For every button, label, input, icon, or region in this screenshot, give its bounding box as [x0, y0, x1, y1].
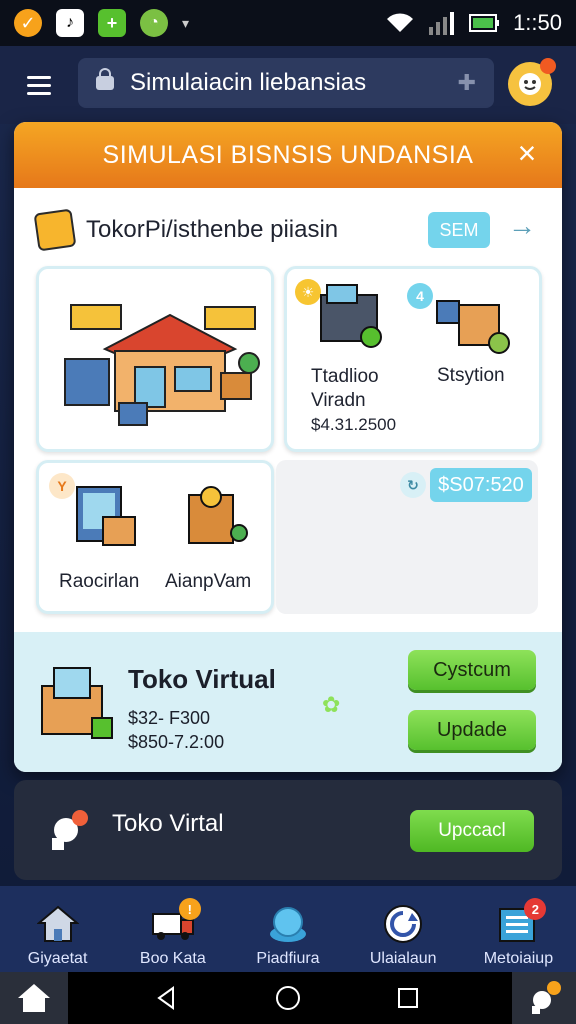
wifi-icon	[387, 13, 414, 32]
equipment-price: $4.31.2500	[311, 415, 397, 434]
address-bar[interactable]: Simulaiacin liebansias ✚	[78, 58, 494, 108]
featured-price-1: $32- F300	[128, 708, 211, 728]
marketing-label-a: Raocirlan	[59, 571, 140, 592]
tablet-icon	[76, 486, 136, 546]
nav-item-truck[interactable]: ! Boo Kata	[115, 886, 230, 972]
shelf-icon	[188, 486, 248, 544]
nav-item-list[interactable]: 2 Metoiaiup	[461, 886, 576, 972]
assistant-icon[interactable]	[512, 972, 576, 1024]
marketing-card[interactable]: Y Raocirlan AianpVam	[36, 460, 274, 614]
sem-badge[interactable]: SEM	[428, 212, 490, 248]
music-icon: ♪	[56, 9, 84, 37]
lock-icon	[96, 68, 114, 90]
store-icon	[33, 208, 77, 252]
update-button[interactable]: Updade	[408, 710, 536, 750]
globe-icon	[266, 904, 310, 944]
nav-badge-list: 2	[524, 898, 547, 920]
nav-label-truck: Boo Kata	[139, 950, 206, 967]
url-text: Simulaiacin liebansias	[130, 69, 367, 96]
equipment-card[interactable]: ☀ Ttadlioo Viradn $4.31.2500 4 Stsytion	[284, 266, 542, 452]
shop-illustration-icon	[64, 304, 260, 426]
puzzle-icon	[52, 810, 88, 850]
nav-item-refresh[interactable]: Ulaialaun	[346, 886, 461, 972]
refresh-icon	[381, 904, 425, 944]
close-icon[interactable]: ×	[510, 136, 544, 170]
app-bar: Simulaiacin liebansias ✚	[0, 46, 576, 124]
nav-label-globe: Piadfiura	[256, 950, 320, 967]
business-simulation-dialog: SIMULASI BISNSIS UNDANSIA × TokorPi/isth…	[14, 122, 562, 772]
list-icon: 2	[496, 898, 547, 944]
truck-icon: !	[151, 898, 201, 944]
blank-card[interactable]: ↻ $S07:520	[276, 460, 538, 614]
store-header: TokorPi/isthenbe piiasin SEM →	[33, 206, 536, 254]
boxes-icon	[436, 300, 510, 354]
bottom-card-title: Toko Virtal	[112, 810, 224, 837]
plus-app-icon: +	[98, 9, 126, 37]
whatsapp-icon: ◔	[140, 9, 168, 37]
virtual-store-icon	[41, 667, 113, 739]
nav-badge-truck: !	[178, 898, 201, 920]
notification-app-icon: ✓	[14, 9, 42, 37]
bottom-navigation: Giyaetat ! Boo Kata Piadfiura Ulaialaun …	[0, 886, 576, 972]
dialog-title: SIMULASI BISNSIS UNDANSIA	[102, 140, 474, 169]
nav-label-refresh: Ulaialaun	[369, 950, 437, 967]
back-icon[interactable]	[148, 980, 184, 1016]
system-navigation	[0, 972, 576, 1024]
store-title: TokorPi/isthenbe piiasin	[86, 216, 339, 243]
recents-icon[interactable]	[390, 980, 426, 1016]
price-pill[interactable]: $S07:520	[430, 468, 532, 502]
featured-price-2: $850-7.2:00	[128, 732, 225, 752]
clock: 1::50	[513, 10, 562, 35]
chevron-down-icon: ▾	[182, 14, 190, 31]
marketing-label-b: AianpVam	[165, 571, 252, 592]
status-bar: ✓ ♪ + ◔ ▾ 1::50	[0, 0, 576, 46]
featured-title: Toko Virtual	[128, 664, 276, 694]
featured-panel: Toko Virtual $32- F300 $850-7.2:00 ✿ Cys…	[14, 632, 562, 772]
refresh-badge-icon: ↻	[400, 472, 426, 498]
signal-icon	[429, 12, 455, 35]
home-app-icon[interactable]	[0, 972, 68, 1024]
info-badge-icon: 4	[407, 283, 433, 309]
bottom-store-card: Toko Virtal Upccacl	[14, 780, 562, 880]
arrow-right-icon[interactable]: →	[508, 210, 536, 242]
pin-icon[interactable]: ✚	[458, 70, 476, 96]
bottom-update-button[interactable]: Upccacl	[410, 810, 534, 852]
nav-item-globe[interactable]: Piadfiura	[230, 886, 345, 972]
nav-item-home[interactable]: Giyaetat	[0, 886, 115, 972]
home-icon	[36, 904, 80, 944]
gear-icon: ✿	[322, 692, 341, 717]
station-label: Stsytion	[437, 365, 505, 386]
home-circle-icon[interactable]	[270, 980, 306, 1016]
hamburger-icon[interactable]	[18, 64, 60, 106]
nav-label-list: Metoiaiup	[483, 950, 554, 967]
machine-icon	[320, 284, 382, 348]
dialog-header: SIMULASI BISNSIS UNDANSIA ×	[14, 122, 562, 188]
avatar-icon[interactable]	[508, 58, 556, 106]
y-badge: Y	[49, 473, 75, 499]
equipment-label: Ttadlioo Viradn	[311, 366, 379, 411]
shop-card[interactable]	[36, 266, 274, 452]
battery-icon	[469, 14, 500, 32]
custom-button[interactable]: Cystcum	[408, 650, 536, 690]
nav-label-home: Giyaetat	[27, 950, 88, 967]
